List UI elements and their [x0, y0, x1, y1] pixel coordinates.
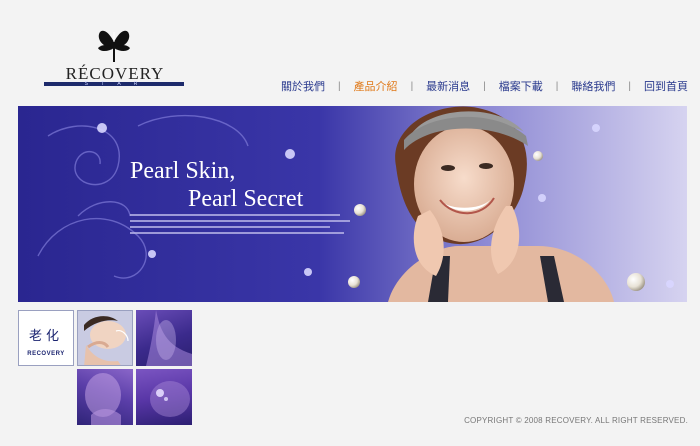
- thumb-image-2[interactable]: [136, 310, 192, 366]
- hero-banner: Pearl Skin, Pearl Secret: [18, 106, 687, 302]
- category-thumb-aging[interactable]: 老化 RECOVERY: [18, 310, 74, 366]
- thumb-image-3[interactable]: [77, 369, 133, 425]
- nav-item-news[interactable]: 最新消息: [426, 78, 470, 94]
- logo-tagline: S T A R: [84, 81, 144, 87]
- copyright-text: COPYRIGHT © 2008 RECOVERY. ALL RIGHT RES…: [464, 416, 688, 425]
- main-nav: 關於我們 | 產品介紹 | 最新消息 | 檔案下載 | 聯絡我們 | 回到首頁: [281, 78, 688, 94]
- hero-banner-graphic: [18, 106, 687, 302]
- nav-item-about[interactable]: 關於我們: [281, 78, 325, 94]
- banner-headline-line1: Pearl Skin,: [130, 158, 236, 184]
- category-label-chinese: 老化: [28, 329, 63, 344]
- face-care-image: [78, 311, 132, 365]
- water-drop-image: [150, 381, 190, 417]
- nav-item-downloads[interactable]: 檔案下載: [499, 78, 543, 94]
- ginkgo-leaf-icon: [98, 30, 130, 62]
- nav-separator: |: [410, 80, 414, 92]
- logo[interactable]: RÉCOVERY S T A R: [44, 28, 186, 90]
- nav-separator: |: [483, 80, 486, 92]
- banner-headline-line2: Pearl Secret: [188, 186, 304, 212]
- thumb-image-1[interactable]: [77, 310, 133, 366]
- nav-separator: |: [555, 80, 559, 92]
- category-label-english: RECOVERY: [27, 351, 65, 357]
- logo-wordmark: RÉCOVERY: [65, 64, 165, 83]
- skin-care-image: [85, 373, 121, 425]
- nav-item-home[interactable]: 回到首頁: [644, 78, 688, 94]
- nav-separator: |: [628, 80, 631, 92]
- nav-separator: |: [337, 80, 341, 92]
- body-care-image: [146, 310, 192, 366]
- nav-item-products[interactable]: 產品介紹: [354, 78, 398, 94]
- nav-item-contact[interactable]: 聯絡我們: [571, 78, 615, 94]
- thumb-image-4[interactable]: [136, 369, 192, 425]
